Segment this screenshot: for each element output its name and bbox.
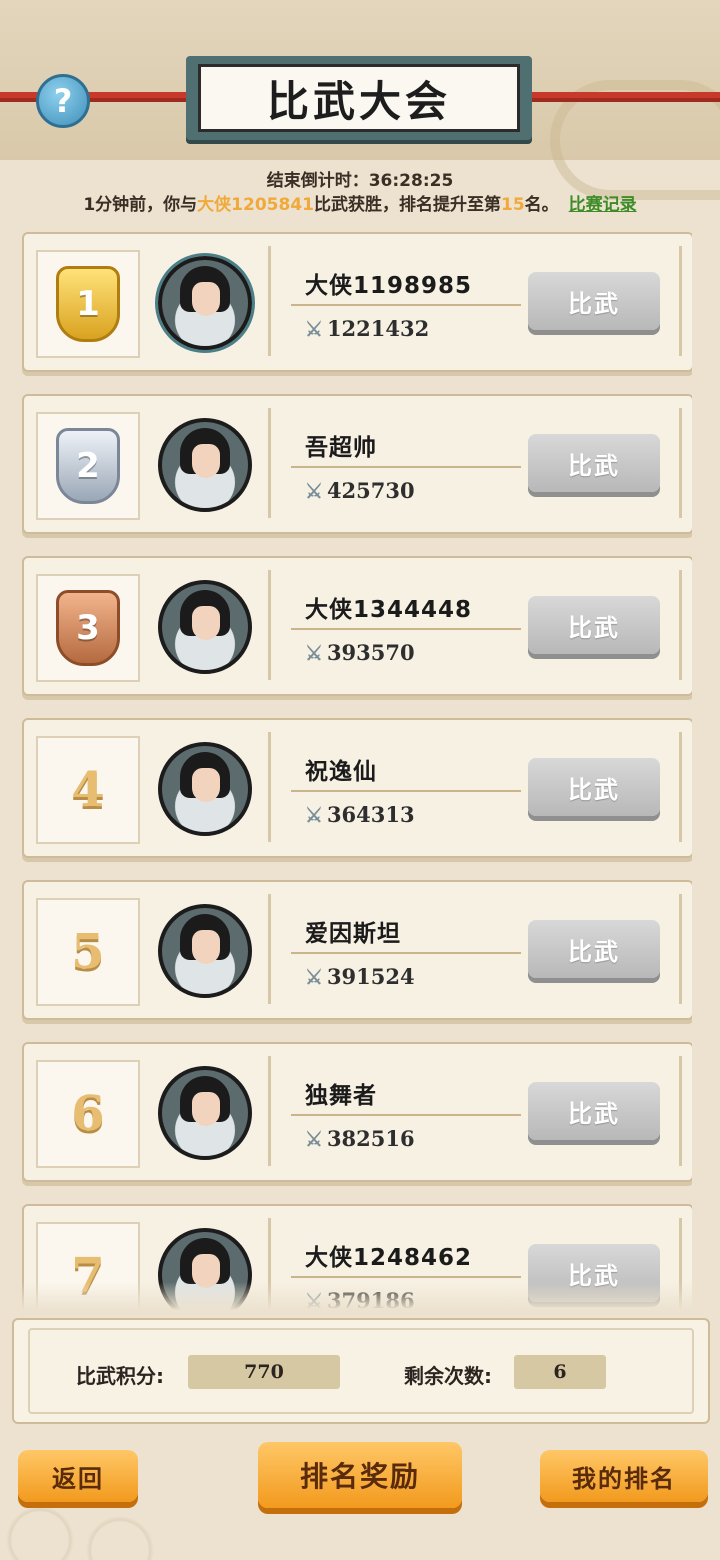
help-button[interactable]: ? (36, 74, 90, 128)
player-name: 独舞者 (305, 1083, 377, 1109)
avatar[interactable] (158, 904, 252, 998)
divider (291, 790, 521, 792)
rope-right (528, 92, 720, 98)
announcement-suffix: 名。 (524, 195, 559, 215)
power-value: ⚔ 391524 (305, 964, 415, 989)
power-number: 1221432 (326, 316, 430, 341)
rank-number: 6 (71, 1086, 105, 1142)
question-icon: ? (53, 82, 73, 120)
crossed-swords-icon: ⚔ (305, 317, 323, 341)
crossed-swords-icon: ⚔ (305, 803, 323, 827)
duel-button[interactable]: 比武 (528, 1082, 660, 1140)
announcement-middle: 比武获胜，排名提升至第 (313, 195, 501, 215)
avatar[interactable] (158, 580, 252, 674)
rank-number: 5 (71, 924, 105, 980)
rank-badge-box: 4 (36, 736, 140, 844)
scroll-fade (22, 1282, 692, 1310)
announcement-prefix: 1分钟前，你与 (83, 195, 198, 215)
player-name: 大侠1198985 (305, 273, 473, 299)
duel-button[interactable]: 比武 (528, 272, 660, 330)
power-value: ⚔ 382516 (305, 1126, 415, 1151)
power-value: ⚔ 393570 (305, 640, 415, 665)
ranking-list[interactable]: 1 大侠1198985 ⚔ 1221432 比武 2 吾超帅 ⚔ 425730 比武… (22, 232, 692, 1310)
back-button[interactable]: 返回 (18, 1450, 138, 1502)
score-label: 比武积分: (76, 1364, 164, 1388)
player-name: 吾超帅 (305, 435, 377, 461)
power-number: 391524 (326, 964, 415, 989)
power-number: 382516 (326, 1126, 415, 1151)
power-value: ⚔ 425730 (305, 478, 415, 503)
my-rank-button[interactable]: 我的排名 (540, 1450, 708, 1502)
divider (291, 1114, 521, 1116)
rank-badge-box: 1 (36, 250, 140, 358)
crossed-swords-icon: ⚔ (305, 479, 323, 503)
divider (291, 628, 521, 630)
remaining-label: 剩余次数: (404, 1364, 492, 1388)
avatar[interactable] (158, 742, 252, 836)
player-name: 爱因斯坦 (305, 921, 401, 947)
ranking-row: 6 独舞者 ⚔ 382516 比武 (22, 1042, 692, 1182)
rope-left (0, 92, 190, 98)
rank-badge-box: 2 (36, 412, 140, 520)
divider (291, 1276, 521, 1278)
ranking-row: 2 吾超帅 ⚔ 425730 比武 (22, 394, 692, 534)
avatar[interactable] (158, 418, 252, 512)
duel-button[interactable]: 比武 (528, 920, 660, 978)
crossed-swords-icon: ⚔ (305, 965, 323, 989)
player-name: 大侠1344448 (305, 597, 473, 623)
remaining-value: 6 (514, 1355, 606, 1389)
announcement-opponent: 大侠1205841 (197, 195, 314, 215)
avatar[interactable] (158, 1066, 252, 1160)
power-number: 425730 (326, 478, 415, 503)
avatar[interactable] (158, 256, 252, 350)
announcement: 1分钟前，你与大侠1205841比武获胜，排名提升至第15名。 比赛记录 (0, 190, 720, 215)
divider (291, 304, 521, 306)
countdown: 结束倒计时：36:28:25 (0, 166, 720, 191)
stats-panel: 比武积分: 770 剩余次数: 6 (12, 1318, 710, 1424)
page-title: 比武大会 (198, 64, 520, 132)
crossed-swords-icon: ⚔ (305, 1127, 323, 1151)
countdown-label: 结束倒计时： (266, 171, 369, 191)
power-value: ⚔ 1221432 (305, 316, 429, 341)
power-value: ⚔ 364313 (305, 802, 415, 827)
power-number: 364313 (326, 802, 415, 827)
bronze-medal-icon: 3 (56, 590, 120, 666)
score-value: 770 (188, 1355, 340, 1389)
player-name: 大侠1248462 (305, 1245, 473, 1271)
divider (291, 466, 521, 468)
power-number: 393570 (326, 640, 415, 665)
rank-badge-box: 6 (36, 1060, 140, 1168)
silver-medal-icon: 2 (56, 428, 120, 504)
player-name: 祝逸仙 (305, 759, 377, 785)
rank-rewards-button[interactable]: 排名奖励 (258, 1442, 462, 1508)
announcement-rank: 15 (500, 195, 525, 215)
divider (291, 952, 521, 954)
gold-medal-icon: 1 (56, 266, 120, 342)
ranking-row: 4 祝逸仙 ⚔ 364313 比武 (22, 718, 692, 858)
rank-badge-box: 3 (36, 574, 140, 682)
ranking-row: 1 大侠1198985 ⚔ 1221432 比武 (22, 232, 692, 372)
countdown-value: 36:28:25 (368, 171, 454, 191)
duel-button[interactable]: 比武 (528, 434, 660, 492)
rank-number: 4 (71, 762, 105, 818)
duel-button[interactable]: 比武 (528, 758, 660, 816)
crossed-swords-icon: ⚔ (305, 641, 323, 665)
ranking-row: 3 大侠1344448 ⚔ 393570 比武 (22, 556, 692, 696)
match-record-link[interactable]: 比赛记录 (569, 195, 637, 215)
ranking-row: 5 爱因斯坦 ⚔ 391524 比武 (22, 880, 692, 1020)
rank-badge-box: 5 (36, 898, 140, 1006)
duel-button[interactable]: 比武 (528, 596, 660, 654)
stats-inner: 比武积分: 770 剩余次数: 6 (28, 1328, 694, 1414)
title-plaque: 比武大会 (186, 56, 532, 140)
